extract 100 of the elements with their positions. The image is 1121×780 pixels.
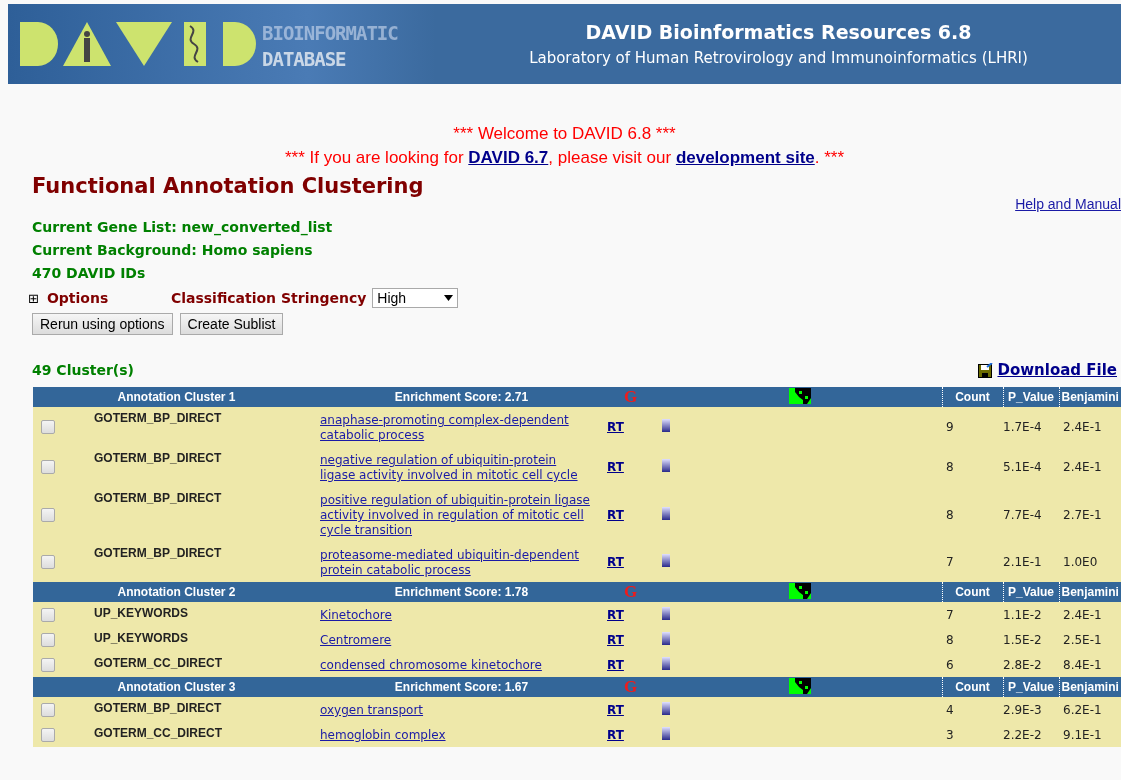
- notice-text: , please visit our: [548, 148, 673, 167]
- category-cell: UP_KEYWORDS: [94, 606, 188, 620]
- column-header: Benjamini: [1061, 585, 1119, 599]
- term-link[interactable]: Kinetochore: [320, 608, 392, 623]
- benjamini-cell: 2.5E-1: [1063, 632, 1102, 647]
- bar-icon[interactable]: [662, 726, 670, 740]
- category-cell: GOTERM_CC_DIRECT: [94, 726, 222, 740]
- bar-icon[interactable]: [662, 459, 670, 472]
- bar-icon[interactable]: [662, 701, 670, 715]
- action-button[interactable]: Create Sublist: [179, 313, 284, 335]
- p-value-cell: 2.8E-2: [1003, 657, 1042, 672]
- bar-icon[interactable]: [662, 554, 670, 567]
- count-cell: 7: [946, 555, 954, 569]
- gene-list-info: 470 DAVID IDs: [32, 264, 147, 283]
- term-link[interactable]: anaphase-promoting complex-dependent catabolic process: [320, 413, 593, 443]
- enrichment-score: Enrichment Score: 1.78: [394, 585, 529, 599]
- category-cell: GOTERM_BP_DIRECT: [94, 701, 222, 715]
- category-cell: GOTERM_CC_DIRECT: [94, 656, 222, 670]
- column-header: Benjamini: [1061, 390, 1119, 404]
- category-cell: GOTERM_BP_DIRECT: [94, 491, 222, 505]
- row-checkbox[interactable]: [41, 420, 55, 435]
- benjamini-cell: 2.4E-1: [1063, 460, 1102, 474]
- stringency-dropdown[interactable]: High: [372, 288, 459, 308]
- development-site-link[interactable]: development site: [675, 148, 815, 167]
- bar-icon[interactable]: [662, 419, 670, 432]
- term-link[interactable]: hemoglobin complex: [320, 728, 446, 743]
- stringency-label: Classification Stringency: [170, 290, 367, 306]
- options-label: Options: [46, 290, 110, 306]
- row-checkbox[interactable]: [41, 460, 55, 475]
- cluster-count: 49 Cluster(s): [32, 362, 134, 378]
- benjamini-cell: 1.0E0: [1063, 555, 1098, 569]
- benjamini-cell: 9.1E-1: [1063, 727, 1102, 742]
- rt-link[interactable]: RT: [607, 420, 624, 434]
- rt-link[interactable]: RT: [607, 555, 624, 569]
- count-cell: 8: [946, 632, 954, 647]
- count-cell: 7: [946, 607, 954, 622]
- bar-icon[interactable]: [662, 506, 670, 520]
- row-checkbox[interactable]: [41, 555, 55, 570]
- benjamini-cell: 6.2E-1: [1063, 702, 1102, 717]
- expand-toggle[interactable]: ⊞: [28, 290, 39, 306]
- row-checkbox[interactable]: [41, 657, 55, 672]
- rt-link[interactable]: RT: [607, 727, 624, 742]
- cluster-title: Annotation Cluster 3: [117, 680, 236, 694]
- gene-list-info: Current Gene List: new_converted_list: [32, 218, 334, 237]
- p-value-cell: 1.5E-2: [1003, 632, 1042, 647]
- column-header: Count: [955, 390, 990, 404]
- column-header: P_Value: [1008, 680, 1054, 694]
- caret-icon: [444, 295, 454, 301]
- p-value-cell: 1.7E-4: [1003, 420, 1042, 434]
- p-value-cell: 1.1E-2: [1003, 607, 1042, 622]
- cluster-title: Annotation Cluster 1: [117, 390, 236, 404]
- term-link[interactable]: negative regulation of ubiquitin-protein ligase activity involved in mitotic cell cycle: [320, 453, 593, 483]
- benjamini-cell: 2.4E-1: [1063, 420, 1102, 434]
- bar-icon[interactable]: [662, 656, 670, 670]
- help-link[interactable]: Help and Manual: [1015, 196, 1121, 212]
- count-cell: 8: [946, 507, 954, 522]
- row-checkbox[interactable]: [41, 702, 55, 717]
- p-value-cell: 2.1E-1: [1003, 555, 1042, 569]
- action-button[interactable]: Rerun using options: [32, 313, 173, 335]
- row-checkbox[interactable]: [41, 727, 55, 742]
- site-subtitle: Laboratory of Human Retrovirology and Immunoinformatics (LHRI): [529, 49, 1028, 67]
- rt-link[interactable]: RT: [607, 607, 624, 622]
- category-cell: UP_KEYWORDS: [94, 631, 188, 645]
- term-link[interactable]: proteasome-mediated ubiquitin-dependent protein catabolic process: [320, 548, 593, 578]
- category-cell: GOTERM_BP_DIRECT: [94, 451, 222, 465]
- rt-link[interactable]: RT: [607, 657, 624, 672]
- bar-icon[interactable]: [662, 631, 670, 645]
- term-link[interactable]: oxygen transport: [320, 703, 424, 718]
- version-link[interactable]: DAVID 6.7: [468, 148, 549, 167]
- count-cell: 3: [946, 727, 954, 742]
- term-link[interactable]: condensed chromosome kinetochore: [320, 658, 542, 673]
- row-checkbox[interactable]: [41, 507, 55, 522]
- p-value-cell: 2.2E-2: [1003, 727, 1042, 742]
- term-link[interactable]: Centromere: [320, 633, 392, 648]
- rt-link[interactable]: RT: [607, 702, 624, 717]
- enrichment-score: Enrichment Score: 1.67: [394, 680, 529, 694]
- column-header: Count: [955, 680, 990, 694]
- enrichment-score: Enrichment Score: 2.71: [394, 390, 529, 404]
- p-value-cell: 7.7E-4: [1003, 507, 1042, 522]
- heatmap-icon[interactable]: [788, 677, 811, 694]
- count-cell: 6: [946, 657, 954, 672]
- bar-icon[interactable]: [662, 606, 670, 620]
- term-link[interactable]: positive regulation of ubiquitin-protein ligase activity involved in regulation of mitotic cell cycle transition: [320, 493, 593, 538]
- benjamini-cell: 2.4E-1: [1063, 607, 1102, 622]
- download-link[interactable]: Download File: [978, 361, 1117, 379]
- count-cell: 8: [946, 460, 954, 474]
- rt-link[interactable]: RT: [607, 632, 624, 647]
- rt-link[interactable]: RT: [607, 460, 624, 474]
- row-checkbox[interactable]: [41, 607, 55, 622]
- heatmap-icon[interactable]: [788, 582, 811, 599]
- row-checkbox[interactable]: [41, 632, 55, 647]
- column-header: P_Value: [1008, 585, 1054, 599]
- logo-text: DATABASE: [262, 48, 347, 70]
- p-value-cell: 5.1E-4: [1003, 460, 1042, 474]
- welcome-text: *** Welcome to DAVID 6.8 ***: [453, 123, 676, 145]
- heatmap-icon[interactable]: [788, 387, 811, 404]
- column-header: P_Value: [1008, 390, 1054, 404]
- p-value-cell: 2.9E-3: [1003, 702, 1042, 717]
- logo-text: BIOINFORMATIC: [262, 22, 398, 44]
- rt-link[interactable]: RT: [607, 507, 624, 522]
